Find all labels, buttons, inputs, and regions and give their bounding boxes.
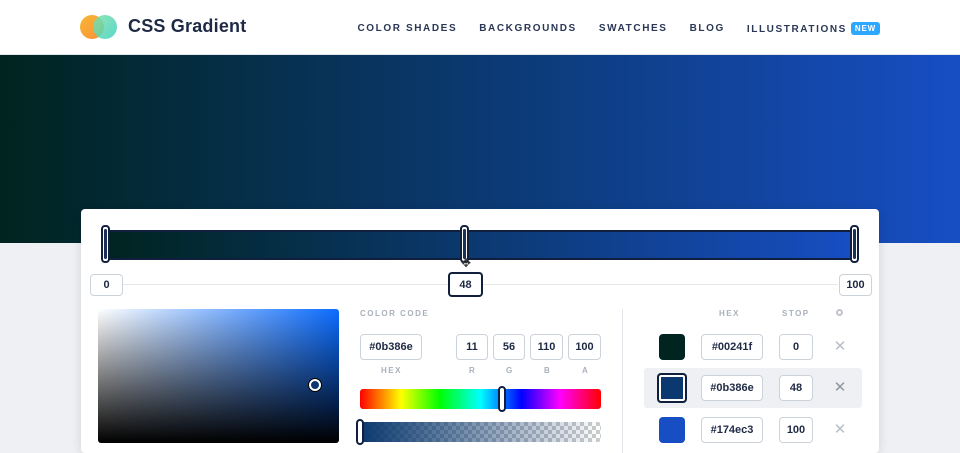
g-label: G <box>506 366 514 375</box>
nav-backgrounds[interactable]: BACKGROUNDS <box>479 23 577 34</box>
stop-position-48[interactable]: 48 <box>448 272 483 297</box>
stop-swatch-0[interactable] <box>659 334 685 360</box>
b-label: B <box>544 366 552 375</box>
nav-illustrations-label: ILLUSTRATIONS <box>746 24 847 35</box>
color-code-label: COLOR CODE <box>360 309 430 318</box>
remove-stop-icon[interactable]: ✕ <box>833 339 847 354</box>
alpha-slider[interactable] <box>360 422 601 442</box>
stop-value-input-1[interactable]: 48 <box>779 375 813 401</box>
new-badge: NEW <box>850 22 880 35</box>
hex-label: HEX <box>381 366 402 375</box>
stop-hex-input-1[interactable]: #0b386e <box>701 375 763 401</box>
stop-value-input-2[interactable]: 100 <box>779 417 813 443</box>
nav-illustrations[interactable]: ILLUSTRATIONS NEW <box>747 22 880 35</box>
stop-swatch-1[interactable] <box>657 373 687 403</box>
alpha-slider-thumb[interactable] <box>356 419 364 445</box>
red-input[interactable]: 11 <box>456 334 488 360</box>
stop-value-input-0[interactable]: 0 <box>779 334 813 360</box>
hex-input[interactable]: #0b386e <box>360 334 422 360</box>
settings-icon[interactable] <box>836 309 843 316</box>
remove-stop-icon[interactable]: ✕ <box>833 422 847 437</box>
a-label: A <box>582 366 590 375</box>
stop-column-header: STOP <box>782 309 810 318</box>
gradient-bar[interactable] <box>105 230 858 260</box>
green-input[interactable]: 56 <box>493 334 525 360</box>
nav-swatches[interactable]: SWATCHES <box>599 23 668 34</box>
logo-icon[interactable] <box>80 13 124 41</box>
stop-hex-input-2[interactable]: #174ec3 <box>701 417 763 443</box>
column-divider <box>622 309 623 453</box>
stop-swatch-2[interactable] <box>659 417 685 443</box>
saturation-picker[interactable] <box>98 309 339 443</box>
stop-hex-input-0[interactable]: #00241f <box>701 334 763 360</box>
hex-column-header: HEX <box>719 309 740 318</box>
stop-handle-100[interactable] <box>850 225 859 263</box>
stop-position-0[interactable]: 0 <box>90 274 123 296</box>
hue-slider[interactable] <box>360 389 601 409</box>
r-label: R <box>469 366 477 375</box>
blue-input[interactable]: 110 <box>530 334 563 360</box>
alpha-input[interactable]: 100 <box>568 334 601 360</box>
move-cursor-icon: ✥ <box>461 256 472 270</box>
top-bar: CSS Gradient COLOR SHADES BACKGROUNDS SW… <box>0 0 960 55</box>
saturation-cursor[interactable] <box>309 379 321 391</box>
stop-position-100[interactable]: 100 <box>839 274 872 296</box>
stop-handle-0[interactable] <box>101 225 110 263</box>
hue-slider-thumb[interactable] <box>498 386 507 412</box>
nav-color-shades[interactable]: COLOR SHADES <box>357 23 457 34</box>
remove-stop-icon[interactable]: ✕ <box>833 380 847 395</box>
brand-name[interactable]: CSS Gradient <box>128 16 246 37</box>
main-nav: COLOR SHADES BACKGROUNDS SWATCHES BLOG I… <box>357 22 880 35</box>
nav-blog[interactable]: BLOG <box>690 23 725 34</box>
